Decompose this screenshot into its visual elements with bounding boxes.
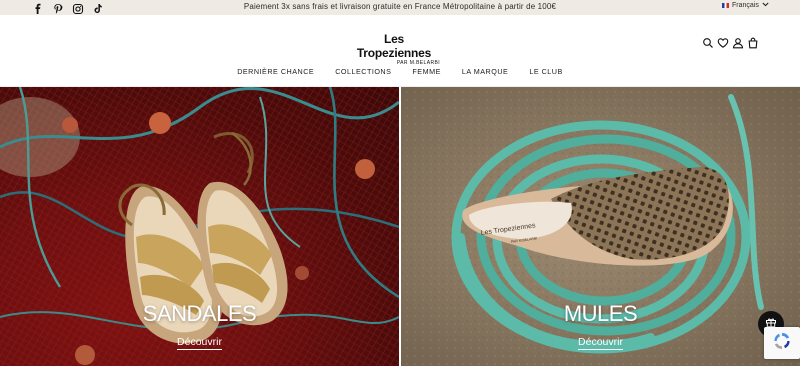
nav-item-femme[interactable]: FEMME [412, 67, 440, 76]
user-icon[interactable] [732, 36, 744, 49]
recaptcha-icon [772, 331, 792, 356]
nav-item-derniere-chance[interactable]: DERNIÈRE CHANCE [237, 67, 314, 76]
announcement-bar: Paiement 3x sans frais et livraison grat… [0, 0, 800, 15]
language-label: Français [732, 2, 759, 9]
logo-text: Les Tropeziennes [356, 32, 432, 60]
header-actions [702, 36, 759, 49]
site-header: Les Tropeziennes PAR M.BELARBI DERNIÈRE … [0, 15, 800, 87]
bag-icon[interactable] [747, 36, 759, 49]
chevron-down-icon [762, 2, 769, 9]
search-icon[interactable] [702, 36, 714, 48]
site-logo[interactable]: Les Tropeziennes PAR M.BELARBI [346, 32, 442, 66]
hero-sandales[interactable]: SANDALES Découvrir [0, 87, 399, 366]
discover-link-label: Découvrir [578, 336, 623, 350]
flag-fr-icon [722, 3, 729, 8]
hero-title-sandales: SANDALES [142, 301, 257, 326]
hero-title-mules: MULES [563, 301, 638, 326]
discover-link-label: Découvrir [177, 336, 222, 350]
nav-item-le-club[interactable]: LE CLUB [529, 67, 562, 76]
recaptcha-badge[interactable] [764, 327, 800, 359]
hero-link-mules[interactable]: Découvrir [401, 336, 800, 350]
announcement-text: Paiement 3x sans frais et livraison grat… [243, 2, 557, 11]
hero-link-sandales[interactable]: Découvrir [0, 336, 399, 350]
heart-icon[interactable] [717, 36, 729, 48]
nav-item-collections[interactable]: COLLECTIONS [335, 67, 391, 76]
main-nav: DERNIÈRE CHANCE COLLECTIONS FEMME LA MAR… [0, 67, 800, 76]
nav-item-la-marque[interactable]: LA MARQUE [462, 67, 508, 76]
language-selector[interactable]: Français [722, 2, 769, 9]
logo-subtext: PAR M.BELARBI [396, 60, 440, 66]
hero-mules[interactable]: Les Tropeziennes PAR M.BELARBI MULES Déc… [401, 87, 800, 366]
